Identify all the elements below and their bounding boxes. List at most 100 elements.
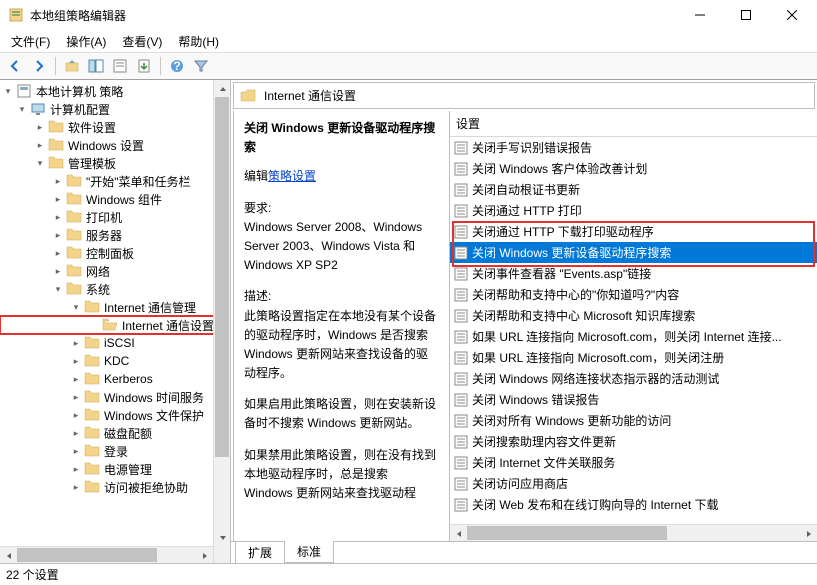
- tree-node[interactable]: ▸登录: [0, 442, 230, 460]
- menu-action[interactable]: 操作(A): [59, 31, 113, 52]
- policy-list-item[interactable]: 关闭通过 HTTP 打印: [450, 200, 817, 221]
- tree-internet-settings[interactable]: Internet 通信设置: [0, 316, 230, 334]
- tree-system[interactable]: ▾系统: [0, 280, 230, 298]
- maximize-button[interactable]: [723, 0, 769, 30]
- collapse-icon[interactable]: ▾: [52, 283, 64, 295]
- expand-icon[interactable]: ▸: [52, 211, 64, 223]
- tab-extended[interactable]: 扩展: [235, 541, 285, 563]
- show-hide-tree-button[interactable]: [85, 55, 107, 77]
- policy-item-label: 关闭手写识别错误报告: [472, 139, 592, 156]
- tree-node[interactable]: ▸访问被拒绝协助: [0, 478, 230, 496]
- expand-icon[interactable]: ▸: [70, 463, 82, 475]
- menu-help[interactable]: 帮助(H): [171, 31, 226, 52]
- policy-list-item[interactable]: 关闭搜索助理内容文件更新: [450, 431, 817, 452]
- tree-node[interactable]: ▸电源管理: [0, 460, 230, 478]
- forward-button[interactable]: [28, 55, 50, 77]
- edit-policy-link[interactable]: 策略设置: [268, 169, 316, 183]
- tree-node[interactable]: ▸网络: [0, 262, 230, 280]
- toolbar: ?: [0, 52, 817, 80]
- collapse-icon[interactable]: ▾: [16, 103, 28, 115]
- expand-icon[interactable]: ▸: [34, 121, 46, 133]
- policy-list-item[interactable]: 关闭自动根证书更新: [450, 179, 817, 200]
- description-p1: 此策略设置指定在本地没有某个设备的驱动程序时，Windows 是否搜索 Wind…: [244, 307, 439, 384]
- tree-node[interactable]: ▸iSCSI: [0, 334, 230, 352]
- policy-list-item[interactable]: 关闭手写识别错误报告: [450, 137, 817, 158]
- expand-icon[interactable]: ▸: [70, 427, 82, 439]
- list-header-setting[interactable]: 设置: [450, 111, 817, 137]
- folder-icon: [48, 119, 64, 135]
- folder-icon: [66, 209, 82, 225]
- expand-icon[interactable]: ▸: [70, 445, 82, 457]
- policy-list-item[interactable]: 关闭帮助和支持中心的"你知道吗?"内容: [450, 284, 817, 305]
- expand-icon[interactable]: ▸: [70, 373, 82, 385]
- tree-node[interactable]: ▸Windows 组件: [0, 190, 230, 208]
- folder-icon: [66, 191, 82, 207]
- list-body[interactable]: 关闭手写识别错误报告关闭 Windows 客户体验改善计划关闭自动根证书更新关闭…: [450, 137, 817, 541]
- tree-node[interactable]: ▸Kerberos: [0, 370, 230, 388]
- expand-icon[interactable]: ▸: [52, 193, 64, 205]
- policy-list-item[interactable]: 如果 URL 连接指向 Microsoft.com，则关闭 Internet 连…: [450, 326, 817, 347]
- tree-node[interactable]: ▸服务器: [0, 226, 230, 244]
- tree-pane[interactable]: ▾本地计算机 策略▾计算机配置▸软件设置▸Windows 设置▾管理模板▸"开始…: [0, 80, 231, 563]
- menu-file[interactable]: 文件(F): [4, 31, 57, 52]
- policy-list-item[interactable]: 关闭 Windows 错误报告: [450, 389, 817, 410]
- list-scrollbar-h[interactable]: [450, 524, 817, 541]
- policy-list-item[interactable]: 关闭 Web 发布和在线订购向导的 Internet 下载: [450, 494, 817, 515]
- expand-icon[interactable]: ▸: [52, 229, 64, 241]
- policy-list-item[interactable]: 关闭通过 HTTP 下载打印驱动程序: [450, 221, 817, 242]
- policy-item-icon: [454, 435, 468, 449]
- expand-icon[interactable]: ▸: [70, 355, 82, 367]
- tree-node[interactable]: ▸磁盘配额: [0, 424, 230, 442]
- policy-list-item[interactable]: 关闭事件查看器 "Events.asp"链接: [450, 263, 817, 284]
- export-button[interactable]: [133, 55, 155, 77]
- tree-node[interactable]: ▸软件设置: [0, 118, 230, 136]
- policy-list-item[interactable]: 关闭访问应用商店: [450, 473, 817, 494]
- policy-item-icon: [454, 162, 468, 176]
- collapse-icon[interactable]: ▾: [34, 157, 46, 169]
- minimize-button[interactable]: [677, 0, 723, 30]
- scrollbar-thumb[interactable]: [215, 97, 229, 457]
- tree-internet-mgmt[interactable]: ▾Internet 通信管理: [0, 298, 230, 316]
- policy-list-item[interactable]: 关闭 Windows 网络连接状态指示器的活动测试: [450, 368, 817, 389]
- policy-list-item[interactable]: 关闭 Internet 文件关联服务: [450, 452, 817, 473]
- scrollbar-thumb[interactable]: [467, 526, 667, 540]
- menu-view[interactable]: 查看(V): [115, 31, 169, 52]
- back-button[interactable]: [4, 55, 26, 77]
- collapse-icon[interactable]: ▾: [2, 85, 14, 97]
- expand-icon[interactable]: ▸: [70, 337, 82, 349]
- folder-icon: [84, 353, 100, 369]
- tree-node[interactable]: ▸控制面板: [0, 244, 230, 262]
- tree-scrollbar-h[interactable]: [0, 546, 213, 563]
- tree-node[interactable]: ▸KDC: [0, 352, 230, 370]
- close-button[interactable]: [769, 0, 815, 30]
- policy-list-item[interactable]: 关闭对所有 Windows 更新功能的访问: [450, 410, 817, 431]
- help-button[interactable]: ?: [166, 55, 188, 77]
- properties-button[interactable]: [109, 55, 131, 77]
- expand-icon[interactable]: ▸: [52, 175, 64, 187]
- expand-icon[interactable]: ▸: [70, 391, 82, 403]
- up-button[interactable]: [61, 55, 83, 77]
- tree-node[interactable]: ▸Windows 设置: [0, 136, 230, 154]
- tree-scrollbar-v[interactable]: [213, 80, 230, 563]
- policy-list-item[interactable]: 关闭帮助和支持中心 Microsoft 知识库搜索: [450, 305, 817, 326]
- tab-standard[interactable]: 标准: [284, 541, 334, 563]
- tree-node[interactable]: ▸"开始"菜单和任务栏: [0, 172, 230, 190]
- expand-icon[interactable]: ▸: [52, 247, 64, 259]
- policy-list-item[interactable]: 关闭 Windows 客户体验改善计划: [450, 158, 817, 179]
- tree-node[interactable]: ▸Windows 时间服务: [0, 388, 230, 406]
- expand-icon[interactable]: ▸: [34, 139, 46, 151]
- collapse-icon[interactable]: ▾: [70, 301, 82, 313]
- tree-node[interactable]: ▸打印机: [0, 208, 230, 226]
- expand-icon[interactable]: ▸: [52, 265, 64, 277]
- tree-root[interactable]: ▾本地计算机 策略: [0, 82, 230, 100]
- policy-list-item[interactable]: 关闭 Windows 更新设备驱动程序搜索: [450, 242, 817, 263]
- tree-admin-templates[interactable]: ▾管理模板: [0, 154, 230, 172]
- policy-item-icon: [454, 204, 468, 218]
- scrollbar-thumb[interactable]: [17, 548, 157, 562]
- tree-node[interactable]: ▸Windows 文件保护: [0, 406, 230, 424]
- filter-button[interactable]: [190, 55, 212, 77]
- tree-computer-config[interactable]: ▾计算机配置: [0, 100, 230, 118]
- expand-icon[interactable]: ▸: [70, 409, 82, 421]
- policy-list-item[interactable]: 如果 URL 连接指向 Microsoft.com，则关闭注册: [450, 347, 817, 368]
- expand-icon[interactable]: ▸: [70, 481, 82, 493]
